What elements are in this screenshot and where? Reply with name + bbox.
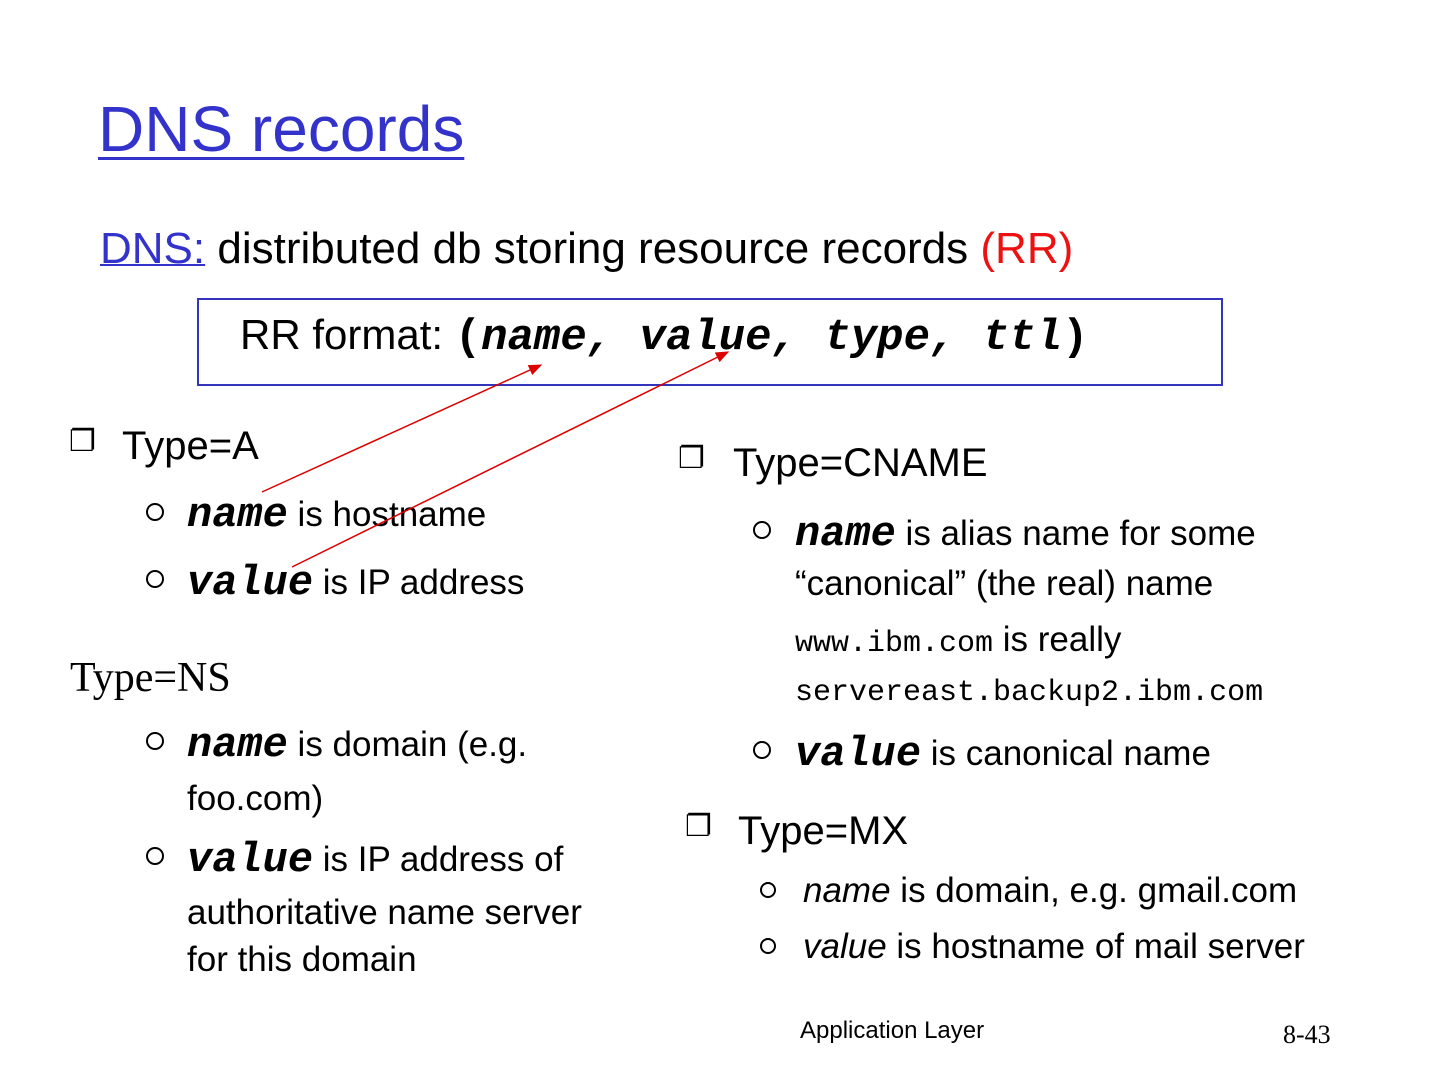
type-ns-value-keyword: value [187, 836, 314, 884]
type-cname-example-line: www.ibm.com is really [795, 620, 1121, 661]
type-ns-name-text: is domain (e.g. [287, 725, 528, 764]
type-cname-name-text-cont: “canonical” (the real) name [795, 564, 1214, 603]
type-mx-heading: Type=MX [738, 809, 909, 853]
square-bullet-icon: ❐ [69, 424, 96, 459]
ring-bullet-icon [146, 847, 164, 865]
type-cname-heading: Type=CNAME [733, 441, 988, 485]
type-ns-name-item: name is domain (e.g. [187, 721, 527, 769]
ring-bullet-icon [146, 570, 164, 588]
footer-label: Application Layer [800, 1017, 985, 1044]
square-bullet-icon: ❐ [678, 441, 705, 476]
ring-bullet-icon [760, 938, 776, 954]
type-cname-example-target: servereast.backup2.ibm.com [795, 676, 1264, 710]
ring-bullet-icon [146, 732, 164, 750]
type-mx-value-keyword: value [803, 927, 887, 966]
slide-title: DNS records [98, 93, 465, 165]
rr-format-close-paren: ) [1062, 313, 1089, 363]
type-cname-value-item: value is canonical name [795, 730, 1211, 778]
ring-bullet-icon [753, 741, 771, 759]
rr-format-open-paren: ( [454, 313, 482, 363]
subtitle-dns-label: DNS: [100, 224, 206, 273]
rr-format-fields: name, value, type, ttl [481, 313, 1063, 363]
type-a-heading: Type=A [122, 424, 259, 468]
type-ns-value-text-cont: authoritative name server [187, 893, 582, 932]
ring-bullet-icon [760, 882, 776, 898]
type-cname-name-item: name is alias name for some [795, 510, 1256, 558]
rr-format-label: RR format: [240, 311, 455, 358]
ring-bullet-icon [753, 521, 771, 539]
type-a-value-text: is IP address [313, 563, 525, 602]
type-cname-name-text: is alias name for some [895, 514, 1256, 553]
type-ns-value-item: value is IP address of [187, 836, 563, 884]
type-mx-name-item: name is domain, e.g. gmail.com [803, 871, 1297, 911]
type-ns-value-text-cont2: for this domain [187, 940, 417, 979]
type-cname-name-keyword: name [795, 510, 896, 558]
type-cname-example-mid: is really [993, 620, 1122, 659]
subtitle-text: distributed db storing resource records [205, 224, 981, 273]
type-ns-value-text: is IP address of [313, 840, 564, 879]
type-a-value-item: value is IP address [187, 559, 524, 607]
rr-format-line: RR format: (name, value, type, ttl) [240, 311, 1088, 363]
type-mx-name-text: is domain, e.g. gmail.com [890, 871, 1298, 910]
type-a-name-keyword: name [187, 491, 288, 539]
type-cname-value-keyword: value [795, 730, 922, 778]
type-ns-name-keyword: name [187, 721, 288, 769]
type-ns-name-text-cont: foo.com) [187, 779, 324, 818]
page-number: 8-43 [1283, 1020, 1331, 1049]
type-a-name-item: name is hostname [187, 491, 486, 539]
type-mx-value-item: value is hostname of mail server [803, 927, 1305, 967]
type-a-value-keyword: value [187, 559, 314, 607]
square-bullet-icon: ❐ [685, 809, 712, 844]
subtitle-rr: (RR) [980, 224, 1074, 273]
type-mx-name-keyword: name [803, 871, 891, 910]
subtitle-line: DNS: distributed db storing resource rec… [100, 224, 1073, 274]
type-cname-value-text: is canonical name [921, 734, 1211, 773]
type-ns-heading: Type=NS [70, 655, 231, 701]
type-mx-value-text: is hostname of mail server [886, 927, 1305, 966]
type-a-name-text: is hostname [287, 495, 487, 534]
type-cname-example-host: www.ibm.com [795, 627, 994, 661]
ring-bullet-icon [146, 503, 164, 521]
